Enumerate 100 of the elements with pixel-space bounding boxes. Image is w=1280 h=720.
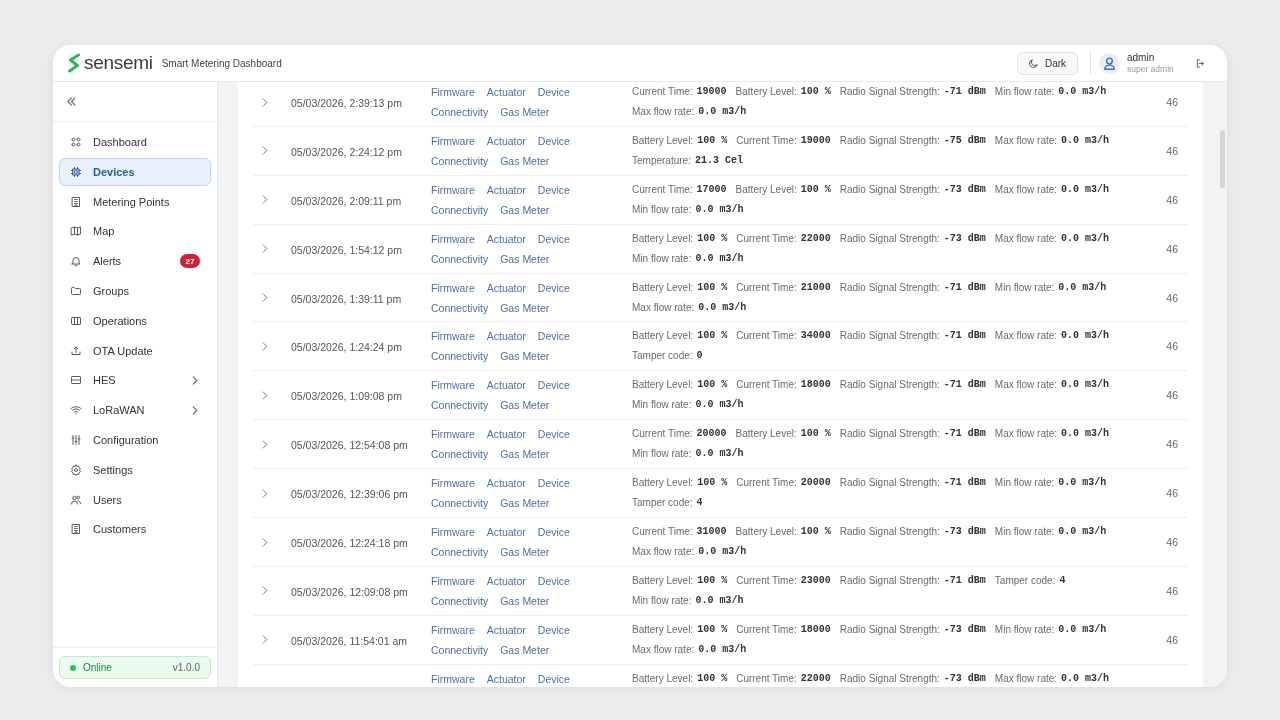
category-tag: Firmware bbox=[431, 672, 475, 685]
moon-icon bbox=[1028, 57, 1039, 69]
sidebar-item[interactable]: Customers bbox=[59, 515, 211, 544]
chevron-icon[interactable] bbox=[262, 97, 268, 107]
reading-value: -71 dBm bbox=[943, 281, 986, 294]
category-tag: Actuator bbox=[486, 86, 526, 98]
sidebar-item[interactable]: Dashboard bbox=[59, 128, 211, 156]
chevron-icon[interactable] bbox=[262, 293, 268, 303]
theme-toggle-button[interactable]: Dark bbox=[1017, 51, 1078, 75]
chevron-icon[interactable] bbox=[262, 244, 268, 254]
user-avatar-icon[interactable] bbox=[1099, 52, 1120, 74]
logout-icon[interactable] bbox=[1195, 57, 1206, 69]
reading-value: 18000 bbox=[800, 623, 831, 636]
reading-label: Radio Signal Strength: bbox=[839, 183, 940, 196]
reading-label: Max flow rate: bbox=[632, 546, 695, 558]
category-tag: Gas Meter bbox=[500, 350, 550, 363]
sidebar-item[interactable]: OTA Update bbox=[59, 336, 211, 365]
table-cell: 46 bbox=[1166, 291, 1178, 304]
reading-value: -71 dBm bbox=[943, 477, 986, 490]
chevron-icon[interactable] bbox=[262, 341, 268, 351]
sidebar-item[interactable]: Settings bbox=[59, 455, 211, 484]
sidebar-item[interactable]: Map bbox=[59, 217, 211, 246]
reading-label: Max flow rate: bbox=[994, 134, 1058, 147]
category-tag: Connectivity bbox=[431, 399, 489, 412]
chip-icon bbox=[70, 165, 82, 178]
map-icon bbox=[70, 225, 82, 238]
reading-label: Radio Signal Strength: bbox=[839, 574, 940, 587]
reading-value: 19000 bbox=[696, 86, 727, 98]
reading-value: 100 % bbox=[697, 477, 728, 490]
reading-label: Current Time: bbox=[736, 574, 797, 587]
chevron-icon[interactable] bbox=[262, 390, 268, 400]
category-tag: Device bbox=[537, 86, 570, 98]
category-tag: Gas Meter bbox=[500, 643, 550, 656]
chevron-icon[interactable] bbox=[262, 195, 268, 205]
sidebar-item[interactable]: Groups bbox=[59, 277, 211, 305]
category-tag: Firmware bbox=[431, 134, 475, 147]
reading-label: Min flow rate: bbox=[994, 281, 1055, 294]
settings-icon bbox=[70, 463, 82, 476]
chevron-icon[interactable] bbox=[262, 439, 268, 449]
chevron-icon[interactable] bbox=[262, 146, 268, 156]
reading-label: Radio Signal Strength: bbox=[839, 86, 940, 98]
reading-label: Current Time: bbox=[736, 672, 797, 685]
collapse-icon[interactable] bbox=[66, 97, 77, 106]
reading-label: Battery Level: bbox=[735, 428, 797, 441]
chevron-icon[interactable] bbox=[192, 375, 198, 385]
reading-value: 100 % bbox=[697, 134, 728, 147]
reading-value: 0.0 m3/h bbox=[695, 252, 744, 265]
chevron-icon[interactable] bbox=[262, 537, 268, 547]
category-tag: Actuator bbox=[486, 672, 526, 685]
category-tag: Actuator bbox=[486, 134, 526, 147]
timestamp-cell: 05/03/2026, 1:09:08 pm bbox=[291, 390, 402, 403]
category-tag: Device bbox=[537, 526, 570, 538]
reading-value: -73 dBm bbox=[943, 526, 986, 538]
chevron-icon[interactable] bbox=[262, 586, 268, 596]
sidebar-item[interactable]: Operations bbox=[59, 306, 211, 335]
chevron-icon[interactable] bbox=[262, 488, 268, 498]
reading-value: 31000 bbox=[696, 526, 727, 538]
reading-value: 23000 bbox=[800, 574, 831, 587]
category-tag: Firmware bbox=[431, 183, 475, 196]
wifi-icon bbox=[70, 404, 82, 417]
users-icon bbox=[70, 493, 82, 506]
reading-value: 100 % bbox=[697, 281, 728, 294]
reading-label: Radio Signal Strength: bbox=[839, 330, 940, 343]
reading-value: 0.0 m3/h bbox=[698, 301, 747, 314]
grid-icon bbox=[70, 136, 82, 148]
reading-label: Battery Level: bbox=[735, 86, 797, 98]
scrollbar-thumb[interactable] bbox=[1220, 130, 1225, 188]
category-tag: Connectivity bbox=[431, 301, 489, 314]
sidebar-item[interactable]: Users bbox=[59, 485, 211, 514]
category-tag: Firmware bbox=[431, 232, 475, 245]
reading-label: Min flow rate: bbox=[994, 623, 1055, 636]
reading-value: 4 bbox=[1059, 574, 1066, 587]
reading-label: Battery Level: bbox=[632, 574, 694, 587]
chevron-icon[interactable] bbox=[192, 405, 198, 415]
reading-value: 100 % bbox=[697, 623, 728, 636]
category-tag: Actuator bbox=[486, 623, 526, 636]
sidebar-item[interactable]: Configuration bbox=[59, 425, 211, 454]
reading-label: Radio Signal Strength: bbox=[839, 672, 940, 685]
category-tag: Device bbox=[537, 574, 570, 587]
chevron-icon[interactable] bbox=[262, 635, 268, 645]
table-cell: 46 bbox=[1166, 193, 1178, 206]
reading-value: 22000 bbox=[800, 672, 831, 685]
reading-value: 0.0 m3/h bbox=[698, 546, 747, 558]
sidebar-item[interactable]: Alerts 27 bbox=[59, 247, 211, 276]
reading-label: Current Time: bbox=[736, 232, 797, 245]
sidebar-item[interactable]: LoRaWAN bbox=[59, 396, 211, 425]
reading-value: 0.0 m3/h bbox=[1058, 86, 1107, 98]
reading-value: 0 bbox=[696, 350, 703, 363]
reading-value: 18000 bbox=[800, 379, 831, 392]
reading-label: Temperature: bbox=[632, 154, 691, 167]
sidebar-item[interactable]: Metering Points bbox=[59, 187, 211, 216]
reading-value: 0.0 m3/h bbox=[695, 203, 744, 216]
category-tag: Connectivity bbox=[431, 643, 489, 656]
sidebar-item[interactable]: Devices bbox=[59, 157, 211, 186]
reading-value: -73 dBm bbox=[943, 623, 986, 636]
sidebar-item[interactable]: HES bbox=[59, 366, 211, 395]
reading-value: -71 dBm bbox=[943, 86, 986, 98]
reading-value: 20000 bbox=[696, 428, 727, 441]
reading-value: 21000 bbox=[800, 281, 831, 294]
reading-label: Max flow rate: bbox=[994, 379, 1058, 392]
